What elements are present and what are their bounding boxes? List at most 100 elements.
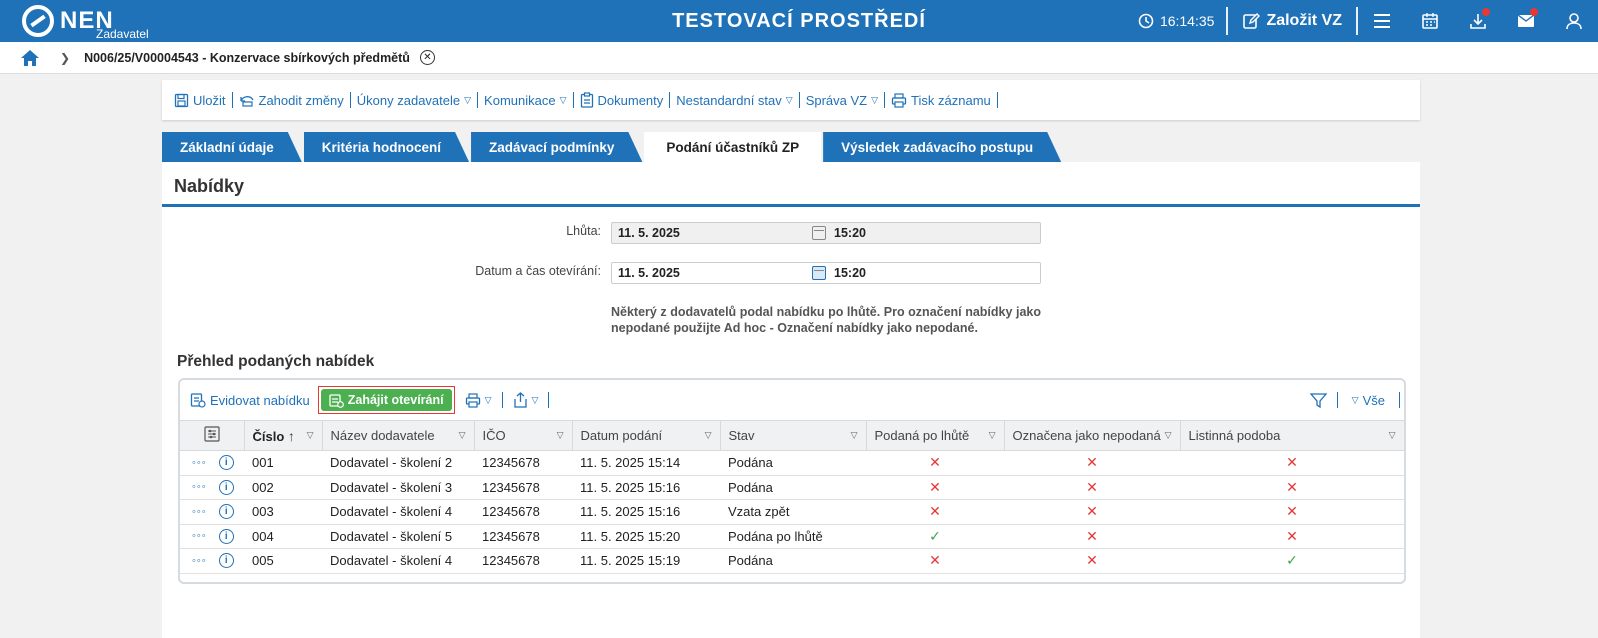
more-options-icon[interactable]: ◦◦◦ — [192, 481, 207, 493]
caret-down-icon[interactable]: ▽ — [557, 430, 564, 441]
communication-label: Komunikace — [484, 92, 556, 108]
cell-nazev: Dodavatel - školení 4 — [322, 548, 474, 574]
tab-procedure-result[interactable]: Výsledek zadávacího postupu — [823, 132, 1061, 162]
nonstandard-state-dropdown[interactable]: Nestandardní stav ▽ — [670, 93, 798, 108]
documents-button[interactable]: Dokumenty — [574, 92, 670, 108]
cross-icon: ✕ — [1286, 503, 1298, 520]
info-icon[interactable]: i — [218, 553, 234, 569]
table-row[interactable]: ◦◦◦ i 002 Dodavatel - školení 3 12345678 11. … — [180, 475, 1404, 500]
cell-po-lhute: ✕ — [866, 548, 1004, 574]
filter-icon[interactable] — [1309, 392, 1327, 409]
caret-down-icon: ▽ — [531, 394, 539, 405]
column-label: Podaná po lhůtě — [874, 428, 970, 443]
cell-nepodana: ✕ — [1004, 524, 1180, 549]
tab-tender-conditions[interactable]: Zadávací podmínky — [471, 132, 642, 162]
column-label: Označena jako nepodaná — [1012, 428, 1161, 443]
more-options-icon[interactable]: ◦◦◦ — [192, 506, 207, 518]
communication-dropdown[interactable]: Komunikace ▽ — [478, 93, 572, 108]
user-button[interactable] — [1550, 0, 1598, 42]
opening-date-input[interactable]: 11. 5. 2025 — [612, 266, 822, 280]
action-toolbar: Uložit Zahodit změny Úkony zadavatele ▽ … — [162, 80, 1420, 120]
calendar-button[interactable] — [1406, 0, 1454, 42]
cross-icon: ✕ — [1286, 527, 1298, 544]
column-header-stav[interactable]: Stav ▽ — [720, 420, 867, 451]
column-header-datum[interactable]: Datum podání ▽ — [572, 420, 721, 451]
table-row[interactable]: ◦◦◦ i 004 Dodavatel - školení 5 12345678 11. … — [180, 524, 1404, 549]
column-header-nazev[interactable]: Název dodavatele ▽ — [322, 420, 475, 451]
home-button[interactable] — [20, 48, 40, 68]
table-row[interactable]: ◦◦◦ i 001 Dodavatel - školení 2 12345678 11. … — [180, 450, 1404, 476]
caret-down-icon[interactable]: ▽ — [1389, 430, 1396, 441]
caret-down-icon[interactable]: ▽ — [851, 430, 858, 441]
deadline-date: 11. 5. 2025 — [618, 226, 680, 240]
cross-icon: ✕ — [929, 503, 941, 520]
column-label: Název dodavatele — [330, 428, 435, 443]
cell-stav: Podána — [720, 450, 866, 476]
more-options-icon[interactable]: ◦◦◦ — [192, 555, 207, 567]
hamburger-icon — [1374, 14, 1390, 28]
caret-down-icon[interactable]: ▽ — [1165, 430, 1172, 441]
register-icon — [190, 393, 206, 408]
caret-down-icon[interactable]: ▽ — [705, 430, 712, 441]
cross-icon: ✕ — [929, 454, 941, 471]
column-label: Datum podání — [580, 428, 663, 443]
nonstandard-state-label: Nestandardní stav — [676, 92, 782, 108]
save-button[interactable]: Uložit — [168, 93, 232, 108]
start-opening-button[interactable]: Zahájit otevírání — [317, 386, 455, 414]
opening-datetime-field[interactable]: 11. 5. 2025 15:20 — [611, 262, 1041, 284]
opening-icon — [329, 393, 344, 408]
messages-button[interactable] — [1502, 0, 1550, 42]
column-header-nepodana[interactable]: Označena jako nepodaná ▽ — [1004, 420, 1181, 451]
tab-evaluation-criteria[interactable]: Kritéria hodnocení — [304, 132, 469, 162]
tab-basic-info[interactable]: Základní údaje — [162, 132, 302, 162]
divider — [162, 204, 1420, 207]
column-header-po-lhute[interactable]: Podaná po lhůtě ▽ — [866, 420, 1005, 451]
close-icon[interactable]: ✕ — [419, 50, 435, 65]
print-dropdown[interactable]: ▽ — [461, 392, 496, 408]
info-icon[interactable]: i — [218, 528, 234, 544]
vz-management-dropdown[interactable]: Správa VZ ▽ — [800, 93, 884, 108]
column-header-cislo[interactable]: Číslo ↑ ▽ — [244, 420, 323, 451]
print-record-label: Tisk záznamu — [911, 92, 991, 108]
register-offer-button[interactable]: Evidovat nabídku — [186, 392, 314, 408]
table-row[interactable]: ◦◦◦ i 005 Dodavatel - školení 4 12345678 11. … — [180, 548, 1404, 574]
filter-all-dropdown[interactable]: ▽ Vše — [1348, 393, 1389, 408]
column-settings-header[interactable] — [180, 420, 245, 451]
opening-time-input[interactable]: 15:20 — [834, 266, 866, 280]
caret-down-icon[interactable]: ▽ — [459, 430, 466, 441]
info-icon[interactable]: i — [218, 455, 234, 471]
more-options-icon[interactable]: ◦◦◦ — [192, 530, 207, 542]
check-icon: ✓ — [1286, 552, 1298, 569]
deadline-field: 11. 5. 2025 15:20 — [611, 222, 1041, 244]
more-options-icon[interactable]: ◦◦◦ — [192, 457, 207, 469]
cell-po-lhute: ✕ — [866, 450, 1004, 476]
cell-listinna: ✕ — [1180, 450, 1404, 476]
export-dropdown[interactable]: ▽ — [509, 392, 543, 408]
row-actions: ◦◦◦ i — [180, 524, 244, 549]
cell-nepodana: ✕ — [1004, 450, 1180, 476]
menu-button[interactable] — [1358, 0, 1406, 42]
contractor-actions-dropdown[interactable]: Úkony zadavatele ▽ — [351, 93, 477, 108]
caret-down-icon: ▽ — [785, 94, 793, 105]
table-row[interactable]: ◦◦◦ i 003 Dodavatel - školení 4 12345678 11. … — [180, 499, 1404, 525]
caret-down-icon[interactable]: ▽ — [989, 430, 996, 441]
create-vz-label: Založit VZ — [1266, 12, 1342, 29]
calendar-icon[interactable] — [812, 266, 826, 280]
tab-participant-submissions[interactable]: Podání účastníků ZP — [644, 132, 822, 162]
column-label: Stav — [728, 428, 755, 443]
documents-label: Dokumenty — [597, 92, 664, 108]
breadcrumb-current[interactable]: N006/25/V00004543 - Konzervace sbírkovýc… — [84, 51, 410, 65]
info-icon[interactable]: i — [218, 479, 234, 495]
create-vz-button[interactable]: Založit VZ — [1228, 12, 1356, 30]
home-icon — [21, 49, 39, 66]
column-header-listinna[interactable]: Listinná podoba ▽ — [1180, 420, 1405, 451]
column-header-ico[interactable]: IČO ▽ — [474, 420, 573, 451]
caret-down-icon[interactable]: ▽ — [307, 430, 314, 441]
cell-po-lhute: ✓ — [866, 524, 1004, 549]
discard-button[interactable]: Zahodit změny — [233, 93, 350, 108]
print-record-button[interactable]: Tisk záznamu — [885, 93, 997, 108]
info-icon[interactable]: i — [218, 504, 234, 520]
separator — [501, 392, 503, 408]
caret-down-icon: ▽ — [559, 94, 567, 105]
downloads-button[interactable] — [1454, 0, 1502, 42]
